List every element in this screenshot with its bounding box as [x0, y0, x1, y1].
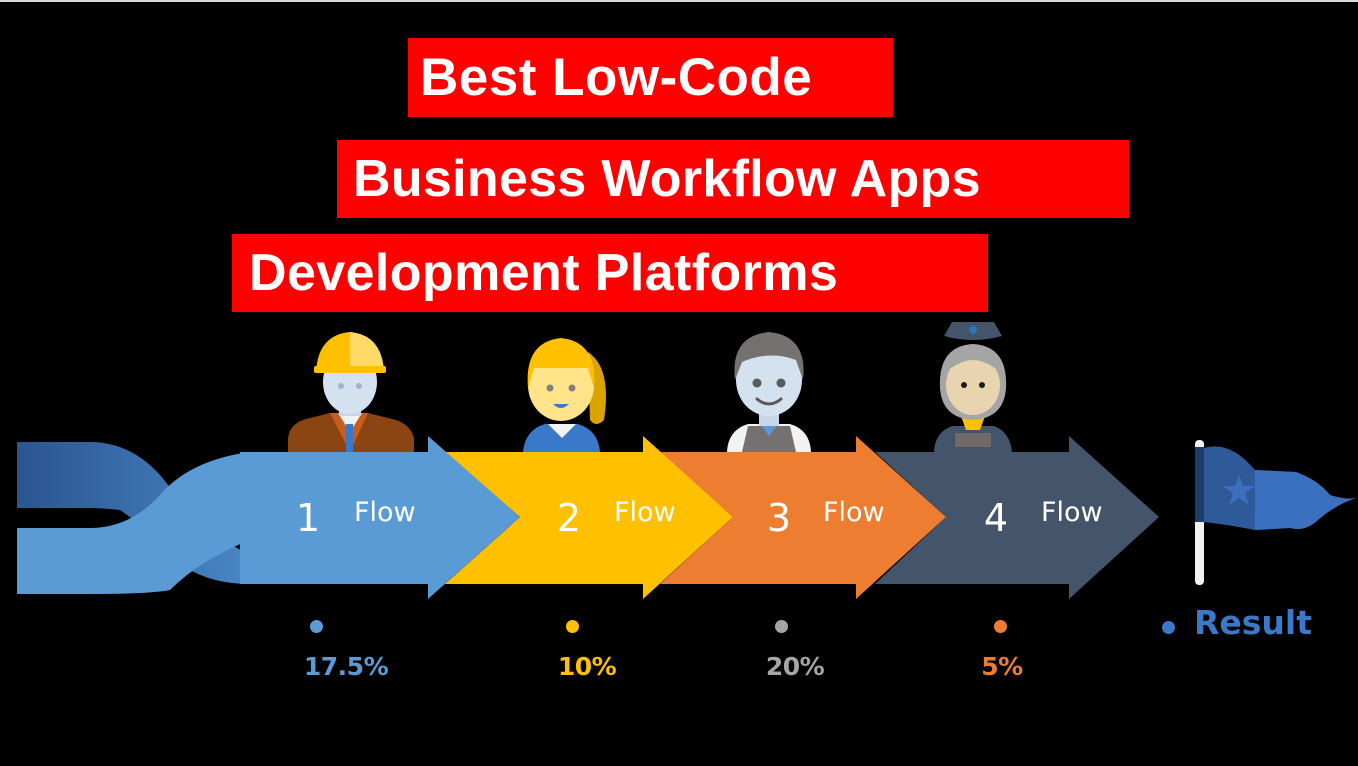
businesswoman-icon	[523, 338, 606, 452]
waiter-icon	[727, 332, 811, 452]
flow-diagram: 1 Flow 2 Flow 3 Flow 4 Flow	[17, 322, 1356, 599]
marker-dot-3	[775, 620, 788, 633]
construction-worker-icon	[288, 332, 414, 452]
step-number-3: 3	[767, 496, 791, 540]
arrow-group: 1 Flow 2 Flow 3 Flow 4 Flow	[240, 436, 1159, 599]
result-label: Result	[1194, 603, 1313, 642]
percent-label-2: 10%	[557, 652, 617, 681]
step-label-3: Flow	[823, 497, 885, 528]
marker-dot-4	[994, 620, 1007, 633]
result-dot	[1162, 621, 1175, 634]
step-number-1: 1	[296, 496, 320, 540]
percent-label-1: 17.5%	[303, 652, 389, 681]
step-label-4: Flow	[1041, 497, 1103, 528]
percent-label-4: 5%	[981, 652, 1023, 681]
step-label-1: Flow	[354, 497, 416, 528]
step-number-2: 2	[557, 496, 581, 540]
twisted-ribbon	[17, 442, 250, 594]
step-label-2: Flow	[614, 497, 676, 528]
marker-dot-1	[310, 620, 323, 633]
nurse-icon	[934, 322, 1012, 452]
step-number-4: 4	[984, 496, 1008, 540]
percent-label-3: 20%	[765, 652, 825, 681]
flag-icon	[1195, 440, 1356, 585]
marker-dot-2	[566, 620, 579, 633]
